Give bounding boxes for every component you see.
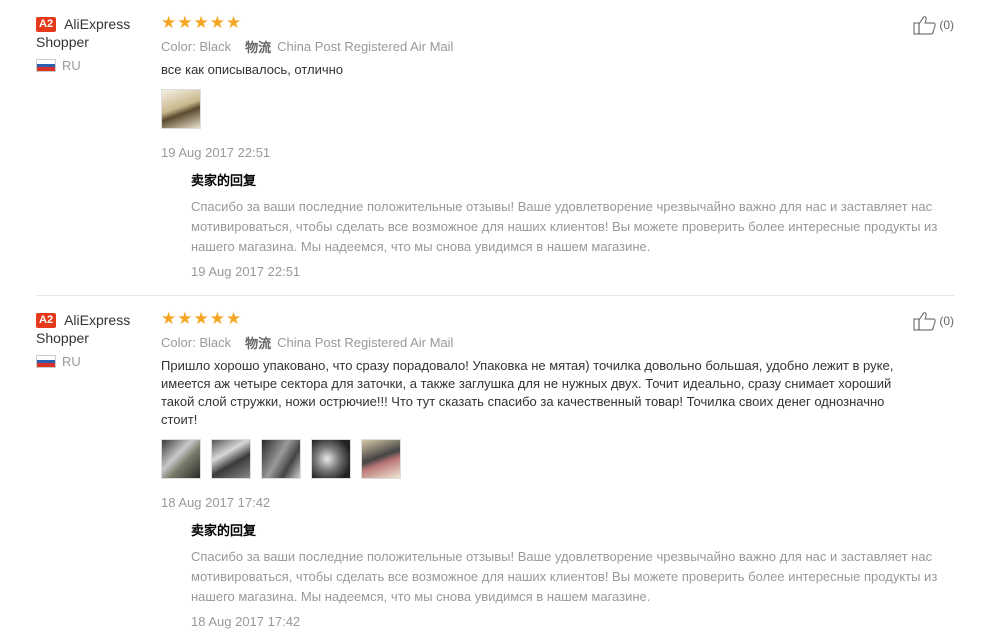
review-photos xyxy=(161,89,901,129)
star-icon: ★ xyxy=(177,309,193,328)
buyer-name-line2: Shopper xyxy=(36,34,89,50)
color-value: Black xyxy=(199,334,232,350)
seller-reply-text: Спасибо за ваши последние положительные … xyxy=(191,549,938,604)
color-value: Black xyxy=(199,38,232,54)
shipping-value: China Post Registered Air Mail xyxy=(277,38,454,54)
order-meta: Color: Black 物流 China Post Registered Air… xyxy=(161,333,901,351)
review-content: ★ ★ ★ ★ ★ Color: Black 物流 China Post Regi… xyxy=(161,309,937,629)
seller-reply-title: 卖家的回复 xyxy=(191,523,257,538)
review-photo-thumbnail[interactable] xyxy=(161,89,201,129)
review-photo-thumbnail[interactable] xyxy=(361,439,401,479)
country-code: RU xyxy=(62,354,81,369)
review-date: 19 Aug 2017 22:51 xyxy=(161,145,271,160)
review-text: Пришло хорошо упаковано, что сразу порад… xyxy=(161,358,894,427)
star-icon: ★ xyxy=(209,309,225,328)
buyer-name: AliExpress xyxy=(64,312,131,328)
review-item: A2 AliExpress Shopper RU ★ ★ ★ ★ ★ Color… xyxy=(36,295,954,629)
review-content: ★ ★ ★ ★ ★ Color: Black 物流 China Post Regi… xyxy=(161,13,937,279)
review-photo-thumbnail[interactable] xyxy=(311,439,351,479)
buyer-name-line2: Shopper xyxy=(36,330,89,346)
review-item: A2 AliExpress Shopper RU ★ ★ ★ ★ ★ Color… xyxy=(36,0,954,295)
seller-reply-date: 19 Aug 2017 22:51 xyxy=(191,264,301,279)
seller-reply-date: 18 Aug 2017 17:42 xyxy=(191,614,301,629)
buyer-country: RU xyxy=(36,58,156,73)
color-label: Color: xyxy=(161,334,196,350)
buyer-level-badge: A2 xyxy=(36,16,57,32)
star-icon: ★ xyxy=(161,309,177,328)
thumbs-up-icon xyxy=(913,16,937,35)
buyer-level-badge: A2 xyxy=(36,312,57,328)
shipping-label: 物流 xyxy=(245,39,272,55)
review-photos xyxy=(161,439,901,479)
seller-reply: 卖家的回复 Спасибо за ваши последние положите… xyxy=(191,520,937,629)
russia-flag-icon xyxy=(36,355,56,368)
seller-reply-text: Спасибо за ваши последние положительные … xyxy=(191,199,938,254)
helpful-button[interactable]: (0) xyxy=(913,311,954,331)
helpful-button[interactable]: (0) xyxy=(913,15,954,35)
russia-flag-icon xyxy=(36,59,56,72)
star-icon: ★ xyxy=(193,13,209,32)
seller-reply-title: 卖家的回复 xyxy=(191,173,257,188)
helpful-count: (0) xyxy=(939,18,954,32)
star-icon: ★ xyxy=(226,13,242,32)
shipping-value: China Post Registered Air Mail xyxy=(277,334,454,350)
review-photo-thumbnail[interactable] xyxy=(211,439,251,479)
buyer-info: A2 AliExpress Shopper RU xyxy=(36,311,156,369)
color-label: Color: xyxy=(161,38,196,54)
review-photo-thumbnail[interactable] xyxy=(261,439,301,479)
review-text: все как описывалось, отлично xyxy=(161,62,344,77)
review-photo-thumbnail[interactable] xyxy=(161,439,201,479)
buyer-country: RU xyxy=(36,354,156,369)
star-rating: ★ ★ ★ ★ ★ xyxy=(161,309,901,328)
buyer-info: A2 AliExpress Shopper RU xyxy=(36,15,156,73)
review-date: 18 Aug 2017 17:42 xyxy=(161,495,271,510)
star-icon: ★ xyxy=(226,309,242,328)
shipping-label: 物流 xyxy=(245,335,272,351)
helpful-count: (0) xyxy=(939,314,954,328)
country-code: RU xyxy=(62,58,81,73)
star-icon: ★ xyxy=(193,309,209,328)
star-rating: ★ ★ ★ ★ ★ xyxy=(161,13,901,32)
thumbs-up-icon xyxy=(913,312,937,331)
star-icon: ★ xyxy=(209,13,225,32)
star-icon: ★ xyxy=(177,13,193,32)
seller-reply: 卖家的回复 Спасибо за ваши последние положите… xyxy=(191,170,937,279)
star-icon: ★ xyxy=(161,13,177,32)
order-meta: Color: Black 物流 China Post Registered Air… xyxy=(161,37,901,55)
buyer-name: AliExpress xyxy=(64,16,131,32)
